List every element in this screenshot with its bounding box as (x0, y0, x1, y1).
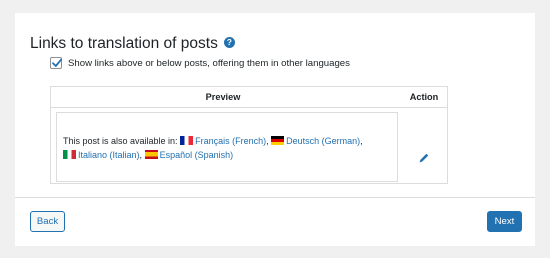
section-header: Links to translation of posts ? (30, 35, 235, 53)
separator: , (139, 150, 143, 160)
spain-flag-icon (144, 150, 158, 159)
preview-box: This post is also available in: Français… (56, 112, 398, 182)
separator: , (266, 136, 269, 146)
column-header-preview: Preview (205, 92, 241, 102)
show-links-option[interactable]: Show links above or below posts, offerin… (50, 57, 350, 69)
show-links-checkbox[interactable] (50, 57, 63, 69)
wizard-card: Links to translation of posts ? Show lin… (15, 13, 535, 246)
show-links-label[interactable]: Show links above or below posts, offerin… (68, 58, 350, 69)
preview-intro: This post is also available in: (63, 136, 178, 146)
footer-divider (15, 197, 535, 198)
question-circle-icon[interactable]: ? (223, 37, 235, 48)
language-link-german[interactable]: Deutsch (German) (286, 136, 360, 146)
column-header-action: Action (409, 92, 439, 102)
language-link-italian[interactable]: Italiano (Italian) (78, 150, 140, 160)
preview-table: Preview Action This post is also availab… (50, 86, 448, 184)
preview-text: This post is also available in: Français… (63, 134, 393, 162)
back-button[interactable]: Back (30, 211, 65, 232)
language-link-spanish[interactable]: Español (Spanish) (160, 150, 234, 160)
section-title: Links to translation of posts (30, 35, 218, 52)
checkmark-icon (52, 58, 63, 67)
pencil-icon[interactable] (418, 152, 430, 164)
france-flag-icon (180, 136, 194, 145)
italy-flag-icon (63, 150, 76, 159)
language-link-french[interactable]: Français (French) (195, 136, 266, 146)
germany-flag-icon (271, 136, 285, 145)
next-button[interactable]: Next (487, 211, 522, 232)
table-header-row: Preview Action (51, 87, 447, 108)
separator: , (360, 136, 363, 146)
